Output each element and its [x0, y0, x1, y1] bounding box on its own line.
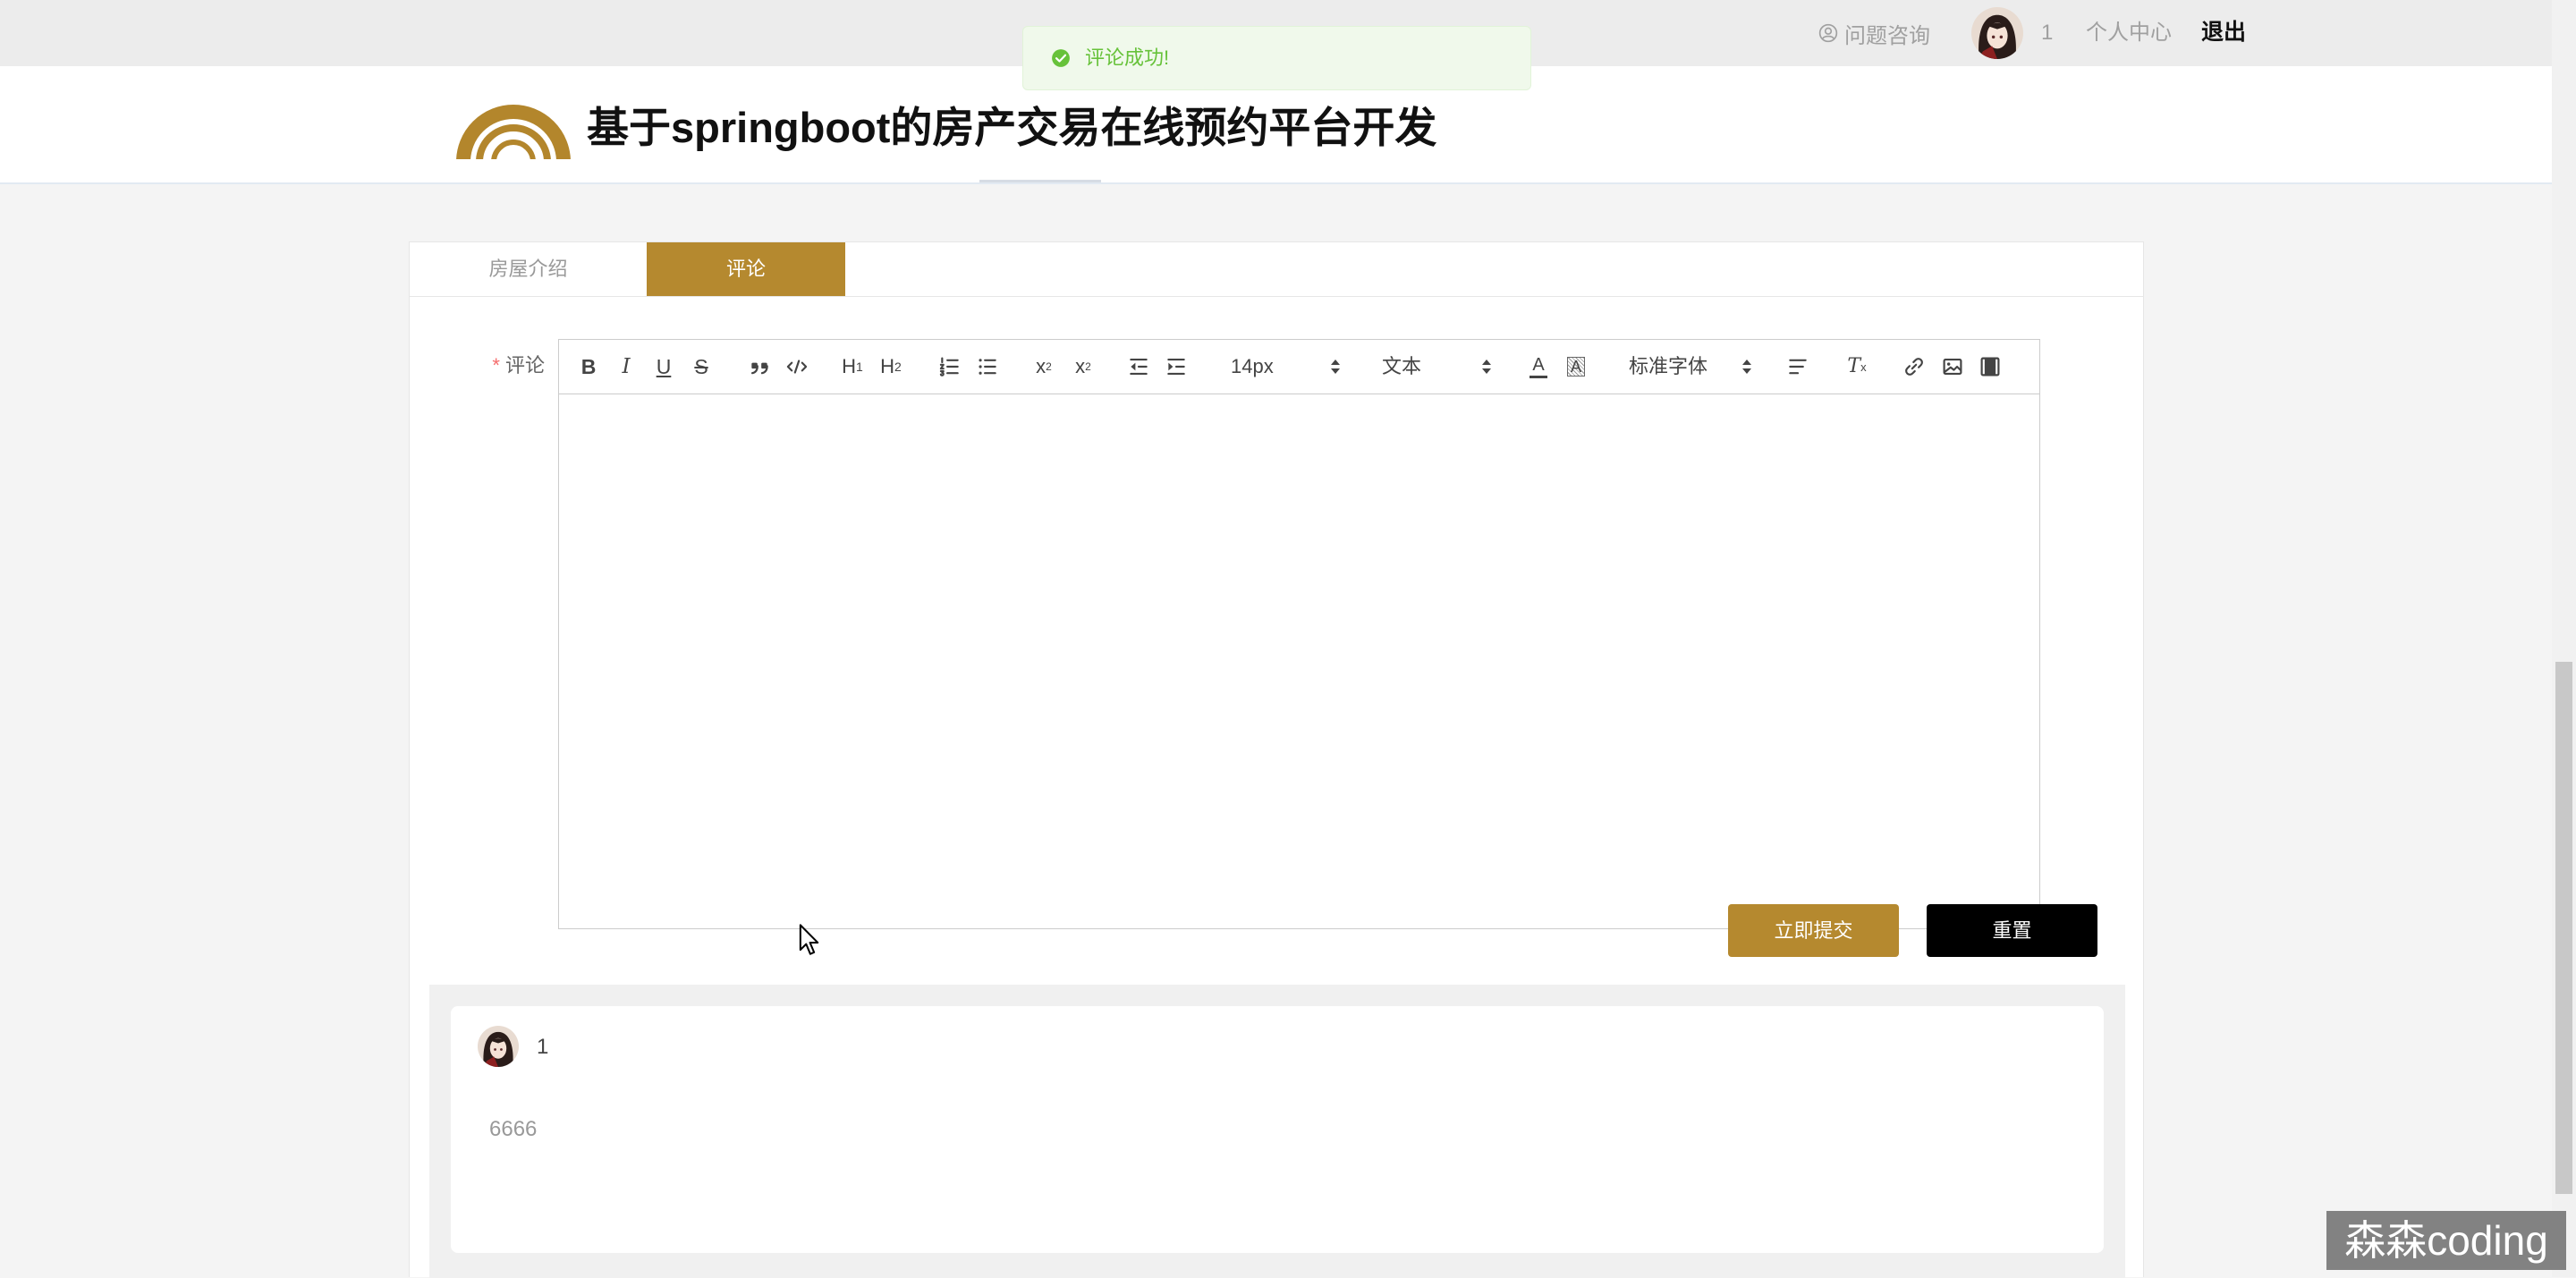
font-color-glyph: A [1532, 354, 1545, 375]
superscript-glyph: x [1075, 355, 1086, 377]
header-select[interactable]: 文本 [1382, 352, 1492, 381]
subscript-glyph: x [1036, 355, 1046, 377]
scrollbar-thumb[interactable] [2555, 662, 2572, 1194]
select-arrows-icon [1331, 360, 1340, 374]
required-mark: * [492, 354, 500, 377]
header-2-sub: 2 [894, 360, 902, 374]
detail-card: 房屋介绍 评论 * 评论 B I U S H1 H2 x2 x2 14px 文本… [409, 241, 2144, 1278]
editor-content[interactable] [559, 394, 2039, 928]
rich-text-editor: B I U S H1 H2 x2 x2 14px 文本 A A 标准字体 T x [558, 339, 2040, 929]
outdent-icon[interactable] [1123, 351, 1155, 383]
tab-comments[interactable]: 评论 [647, 242, 845, 296]
header-value: 文本 [1382, 355, 1422, 377]
font-size-value: 14px [1231, 355, 1274, 377]
toast-message: 评论成功! [1085, 47, 1170, 69]
italic-icon[interactable]: I [610, 351, 642, 383]
link-icon[interactable] [1898, 351, 1930, 383]
mouse-pointer-icon [799, 924, 819, 955]
select-arrows-icon [1482, 360, 1491, 374]
topbar-username: 1 [2041, 21, 2054, 45]
user-circle-icon [1818, 23, 1838, 43]
align-icon[interactable] [1782, 351, 1814, 383]
success-toast: 评论成功! [1022, 26, 1531, 90]
blockquote-icon[interactable] [743, 351, 775, 383]
ordered-list-icon[interactable] [934, 351, 966, 383]
nav-underline [979, 180, 1101, 182]
comment-label: * 评论 [463, 352, 545, 379]
tab-bar: 房屋介绍 评论 [410, 242, 2143, 297]
bullet-list-icon[interactable] [971, 351, 1004, 383]
code-block-icon[interactable] [781, 351, 813, 383]
underline-icon[interactable]: U [648, 351, 680, 383]
video-icon[interactable] [1974, 351, 2006, 383]
reset-button[interactable]: 重置 [1927, 904, 2097, 957]
help-label: 问题咨询 [1844, 23, 1930, 48]
font-family-value: 标准字体 [1629, 355, 1708, 377]
comment-label-text: 评论 [504, 354, 545, 377]
profile-link[interactable]: 个人中心 [2086, 20, 2172, 47]
header-2-icon[interactable]: H2 [875, 351, 907, 383]
header-1-glyph: H [842, 355, 857, 377]
font-family-select[interactable]: 标准字体 [1629, 352, 1753, 381]
indent-icon[interactable] [1160, 351, 1192, 383]
help-link[interactable]: 问题咨询 [1818, 20, 1930, 48]
logout-link[interactable]: 退出 [2201, 18, 2246, 47]
strike-icon[interactable]: S [685, 351, 717, 383]
image-icon[interactable] [1936, 351, 1969, 383]
editor-toolbar: B I U S H1 H2 x2 x2 14px 文本 A A 标准字体 T x [559, 340, 2039, 394]
clean-format-sub: x [1860, 360, 1867, 374]
background-color-icon[interactable]: A [1560, 351, 1592, 383]
bold-icon[interactable]: B [572, 351, 605, 383]
header-2-glyph: H [880, 355, 895, 377]
watermark: 森森coding [2326, 1211, 2566, 1270]
superscript-sup: 2 [1085, 360, 1091, 373]
background-color-glyph: A [1566, 357, 1585, 377]
success-check-icon [1052, 49, 1070, 67]
header-1-sub: 1 [856, 360, 863, 374]
tab-house-intro[interactable]: 房屋介绍 [410, 242, 647, 296]
avatar [478, 1026, 519, 1067]
clean-format-icon[interactable]: Tx [1841, 351, 1873, 383]
avatar[interactable] [1971, 7, 2023, 59]
comment-content: 6666 [489, 1117, 538, 1141]
select-arrows-icon [1742, 360, 1751, 374]
subscript-icon[interactable]: x2 [1028, 351, 1060, 383]
header-1-icon[interactable]: H1 [836, 351, 869, 383]
site-title: 基于springboot的房产交易在线预约平台开发 [587, 104, 1437, 151]
superscript-icon[interactable]: x2 [1067, 351, 1099, 383]
clean-format-glyph: T [1847, 355, 1861, 377]
comment-list: 1 6666 [429, 985, 2125, 1278]
font-size-select[interactable]: 14px [1231, 352, 1341, 381]
subscript-sub: 2 [1046, 360, 1052, 373]
submit-button[interactable]: 立即提交 [1728, 904, 1899, 957]
comment-item: 1 6666 [451, 1006, 2104, 1253]
arc-logo[interactable] [455, 90, 572, 159]
font-color-icon[interactable]: A [1522, 351, 1555, 383]
comment-username: 1 [537, 1035, 549, 1059]
